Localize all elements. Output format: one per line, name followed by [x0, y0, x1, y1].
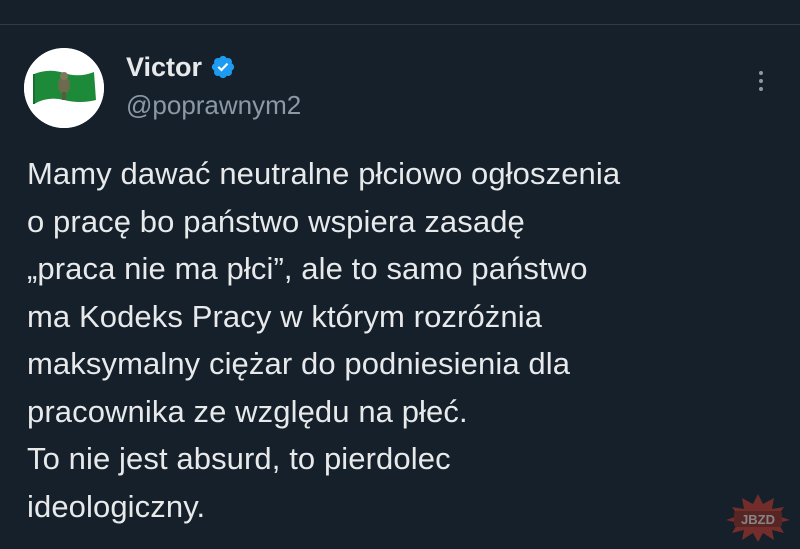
flag-avatar-icon [24, 48, 104, 128]
tweet-text-line: maksymalny ciężar do podniesienia dla [27, 346, 571, 381]
svg-text:JBZD: JBZD [741, 512, 775, 527]
verified-badge-icon [210, 54, 236, 80]
avatar[interactable] [24, 48, 104, 128]
tweet-text-line: „praca nie ma płci”, ale to samo państwo [27, 251, 588, 286]
author-handle[interactable]: @poprawnym2 [126, 88, 301, 122]
tweet-text-line: To nie jest absurd, to pierdolec [27, 441, 451, 476]
tweet-text-line: pracownika ze względu na płeć. [27, 393, 468, 429]
jbzd-watermark-logo: JBZD [722, 492, 794, 542]
tweet-text-line: ma Kodeks Pracy w którym rozróżnia [27, 298, 543, 334]
tweet-text-line: o pracę bo państwo wspiera zasadę [27, 203, 525, 239]
tweet-text-line: Mamy dawać neutralne płciowo ogłoszenia [27, 156, 621, 191]
author-name-row: Victor [126, 50, 236, 84]
author-display-name[interactable]: Victor [126, 50, 202, 84]
tweet-screenshot: Victor @poprawnym2 Mamy dawać neutralne … [0, 0, 800, 549]
more-options-icon[interactable] [748, 64, 774, 98]
tweet-text: Mamy dawać neutralne płciowo ogłoszenia … [27, 150, 787, 530]
divider [0, 24, 800, 25]
tweet-text-line: ideologiczny. [27, 488, 206, 524]
